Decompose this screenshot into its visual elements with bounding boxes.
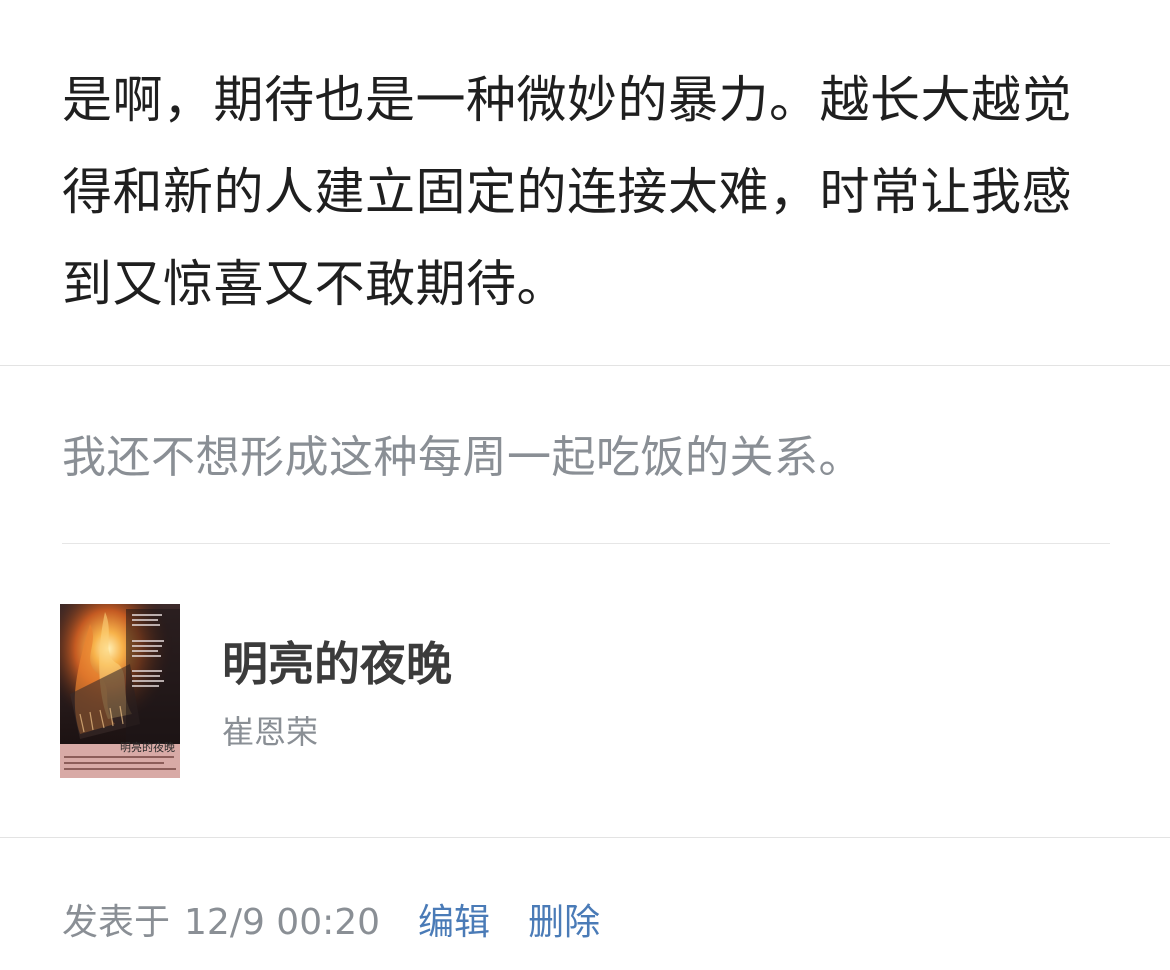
book-author: 崔恩荣 [222, 713, 319, 751]
quote-text: 我还不想形成这种每周一起吃饭的关系。 [62, 432, 863, 483]
posted-time: 12/9 00:20 [184, 902, 381, 943]
note-text: 是啊，期待也是一种微妙的暴力。越长大越觉得和新的人建立固定的连接太难，时常让我感… [62, 71, 1072, 313]
book-card[interactable]: 明亮的夜晚 明亮的夜晚 崔恩荣 [60, 604, 760, 779]
divider [0, 837, 1170, 838]
book-title: 明亮的夜晚 [222, 637, 452, 691]
divider [62, 543, 1110, 544]
delete-button[interactable]: 删除 [528, 898, 600, 948]
book-cover-title: 明亮的夜晚 [120, 740, 175, 754]
divider [0, 365, 1170, 366]
book-cover-image: 明亮的夜晚 [60, 604, 180, 778]
edit-button[interactable]: 编辑 [418, 898, 490, 948]
posted-prefix: 发表于 [62, 902, 171, 943]
note-footer: 发表于 12/9 00:20 编辑 删除 [62, 898, 600, 948]
